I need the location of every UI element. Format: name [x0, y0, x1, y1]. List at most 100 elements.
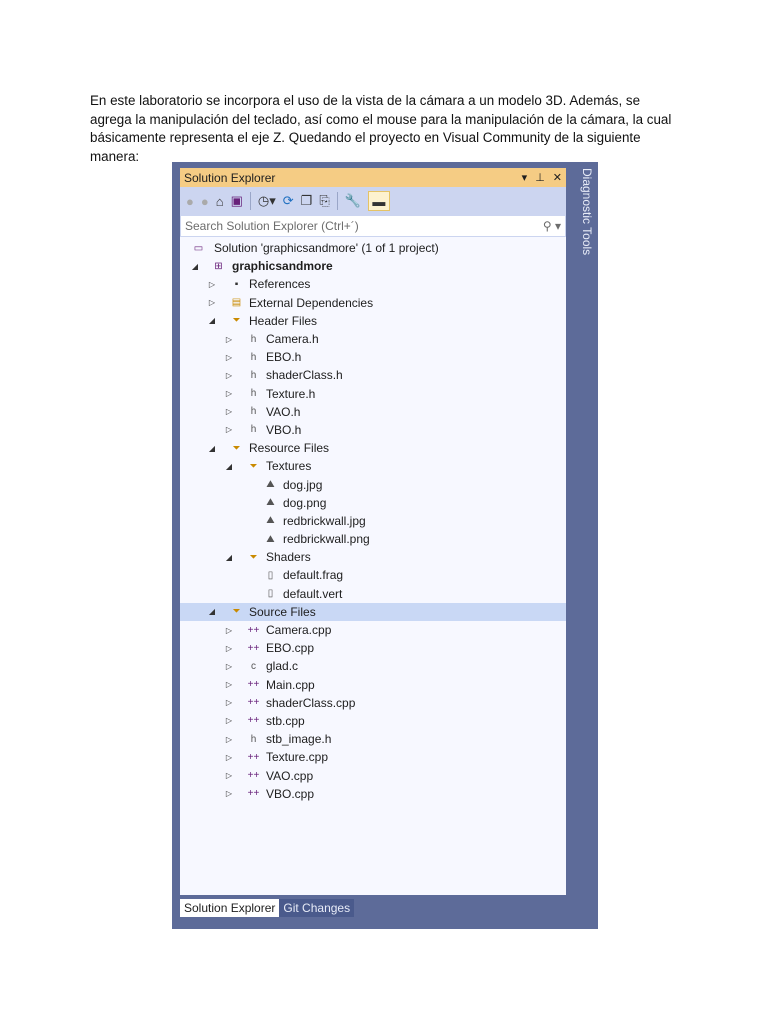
- tree-item[interactable]: ◢ ⊞ graphicsandmore: [180, 257, 566, 275]
- tree-item[interactable]: ▯ default.frag: [180, 566, 566, 584]
- panel-header: Solution Explorer ▾ ⊥ ✕: [180, 168, 566, 187]
- bottom-tabs: Solution Explorer Git Changes: [180, 899, 355, 917]
- collapsed-arrow-icon[interactable]: ▷: [224, 389, 234, 398]
- preview-selected-items-icon[interactable]: ▬: [367, 191, 390, 211]
- tree-item-label: Shaders: [266, 550, 311, 565]
- tree-item-label: VAO.h: [266, 404, 301, 419]
- expanded-arrow-icon[interactable]: ◢: [224, 462, 234, 471]
- cpp-icon: ++: [247, 715, 260, 727]
- tree-item[interactable]: ▯ default.vert: [180, 585, 566, 603]
- expanded-arrow-icon[interactable]: ◢: [207, 444, 217, 453]
- switch-view-icon[interactable]: ▣: [231, 193, 243, 209]
- tree-item[interactable]: ◢ ⏷ Resource Files: [180, 439, 566, 457]
- collapsed-arrow-icon[interactable]: ▷: [224, 789, 234, 798]
- search-placeholder: Search Solution Explorer (Ctrl+´): [185, 219, 359, 233]
- tree-item[interactable]: ◢ ⏷ Shaders: [180, 548, 566, 566]
- properties-wrench-icon[interactable]: 🔧: [345, 193, 361, 209]
- tree-item[interactable]: ▷ h shaderClass.h: [180, 366, 566, 384]
- references-icon: ▪: [234, 278, 239, 290]
- tree-item[interactable]: ▷ ▪ References: [180, 275, 566, 293]
- tree-item[interactable]: ▷ ++ Camera.cpp: [180, 621, 566, 639]
- diagnostic-tools-side-tab[interactable]: Diagnostic Tools: [570, 168, 594, 258]
- tree-item[interactable]: ◢ ⏷ Header Files: [180, 312, 566, 330]
- tree-item[interactable]: ▷ ++ EBO.cpp: [180, 639, 566, 657]
- collapsed-arrow-icon[interactable]: ▷: [224, 680, 234, 689]
- tree-item[interactable]: ▭ Solution 'graphicsandmore' (1 of 1 proj…: [180, 239, 566, 257]
- tree-item[interactable]: ⛰ redbrickwall.png: [180, 530, 566, 548]
- tree-item[interactable]: ◢ ⏷ Source Files: [180, 602, 566, 621]
- tree-item[interactable]: ▷ h EBO.h: [180, 348, 566, 366]
- collapsed-arrow-icon[interactable]: ▷: [207, 298, 217, 307]
- expanded-arrow-icon[interactable]: ◢: [190, 262, 200, 271]
- tree-item-label: EBO.h: [266, 350, 302, 365]
- header-icon: h: [250, 333, 257, 345]
- tree-item-label: stb.cpp: [266, 713, 305, 728]
- collapsed-arrow-icon[interactable]: ▷: [224, 771, 234, 780]
- tree-item-label: Texture.cpp: [266, 750, 329, 765]
- search-input[interactable]: Search Solution Explorer (Ctrl+´) ⚲ ▾: [180, 215, 566, 237]
- expanded-arrow-icon[interactable]: ◢: [207, 316, 217, 325]
- tree-item[interactable]: ◢ ⏷ Textures: [180, 457, 566, 475]
- home-icon[interactable]: ⌂: [216, 194, 224, 209]
- tab-git-changes[interactable]: Git Changes: [279, 899, 355, 917]
- collapsed-arrow-icon[interactable]: ▷: [224, 371, 234, 380]
- sync-icon[interactable]: ⟳: [283, 193, 294, 209]
- image-icon: ⛰: [266, 515, 275, 527]
- search-icon[interactable]: ⚲ ▾: [543, 219, 561, 233]
- filter-icon: ⏷: [249, 460, 258, 472]
- tree-item[interactable]: ▷ h Camera.h: [180, 330, 566, 348]
- tree-item[interactable]: ▷ ++ VAO.cpp: [180, 766, 566, 784]
- show-all-files-icon[interactable]: ⎘: [319, 193, 329, 209]
- tree-item[interactable]: ▷ ▤ External Dependencies: [180, 294, 566, 312]
- filter-icon: ⏷: [232, 315, 241, 327]
- tree-item[interactable]: ▷ ++ stb.cpp: [180, 712, 566, 730]
- collapsed-arrow-icon[interactable]: ▷: [207, 280, 217, 289]
- tree-item-label: redbrickwall.jpg: [283, 513, 366, 528]
- toolbar-separator: [249, 192, 251, 210]
- collapsed-arrow-icon[interactable]: ▷: [224, 353, 234, 362]
- tree-item[interactable]: ⛰ dog.png: [180, 494, 566, 512]
- expanded-arrow-icon[interactable]: ◢: [207, 607, 217, 616]
- solution-explorer-panel: Solution Explorer ▾ ⊥ ✕ ● ● ⌂ ▣ ◷▾ ⟳ ❐ ⎘…: [180, 168, 566, 917]
- tree-item[interactable]: ⛰ redbrickwall.jpg: [180, 512, 566, 530]
- tree-item-label: dog.png: [283, 495, 327, 510]
- collapsed-arrow-icon[interactable]: ▷: [224, 335, 234, 344]
- tree-item-label: default.vert: [283, 586, 343, 601]
- tab-solution-explorer[interactable]: Solution Explorer: [180, 899, 280, 917]
- tree-item[interactable]: ▷ h VAO.h: [180, 403, 566, 421]
- tree-item[interactable]: ▷ ++ Texture.cpp: [180, 748, 566, 766]
- tree-item[interactable]: ▷ c glad.c: [180, 657, 566, 675]
- tree-item[interactable]: ▷ h Texture.h: [180, 385, 566, 403]
- collapsed-arrow-icon[interactable]: ▷: [224, 644, 234, 653]
- collapsed-arrow-icon[interactable]: ▷: [224, 407, 234, 416]
- tree-item[interactable]: ▷ ++ shaderClass.cpp: [180, 694, 566, 712]
- tree-item[interactable]: ▷ h VBO.h: [180, 421, 566, 439]
- collapsed-arrow-icon[interactable]: ▷: [224, 425, 234, 434]
- close-icon[interactable]: ✕: [553, 171, 562, 184]
- tree-item[interactable]: ▷ ++ VBO.cpp: [180, 785, 566, 803]
- image-icon: ⛰: [266, 479, 275, 491]
- collapsed-arrow-icon[interactable]: ▷: [224, 716, 234, 725]
- back-icon[interactable]: ●: [186, 194, 194, 209]
- tree-item-label: dog.jpg: [283, 477, 323, 492]
- forward-icon[interactable]: ●: [201, 194, 209, 209]
- file-icon: ▯: [267, 569, 274, 581]
- collapsed-arrow-icon[interactable]: ▷: [224, 735, 234, 744]
- toolbar-separator: [336, 192, 338, 210]
- tree-item-label: redbrickwall.png: [283, 532, 370, 547]
- filter-icon: ⏷: [249, 551, 258, 563]
- expanded-arrow-icon[interactable]: ◢: [224, 553, 234, 562]
- collapsed-arrow-icon[interactable]: ▷: [224, 698, 234, 707]
- tree-item[interactable]: ▷ h stb_image.h: [180, 730, 566, 748]
- pin-icon[interactable]: ⊥: [535, 171, 545, 184]
- pending-changes-filter-icon[interactable]: ◷▾: [258, 193, 276, 209]
- tree-item[interactable]: ⛰ dog.jpg: [180, 475, 566, 493]
- collapsed-arrow-icon[interactable]: ▷: [224, 753, 234, 762]
- solution-explorer-window: Solution Explorer ▾ ⊥ ✕ ● ● ⌂ ▣ ◷▾ ⟳ ❐ ⎘…: [172, 162, 598, 929]
- collapse-all-icon[interactable]: ❐: [301, 193, 313, 209]
- collapsed-arrow-icon[interactable]: ▷: [224, 662, 234, 671]
- collapsed-arrow-icon[interactable]: ▷: [224, 626, 234, 635]
- dropdown-icon[interactable]: ▾: [522, 171, 528, 184]
- tree-item[interactable]: ▷ ++ Main.cpp: [180, 676, 566, 694]
- toolbar: ● ● ⌂ ▣ ◷▾ ⟳ ❐ ⎘ 🔧 ▬: [180, 187, 566, 215]
